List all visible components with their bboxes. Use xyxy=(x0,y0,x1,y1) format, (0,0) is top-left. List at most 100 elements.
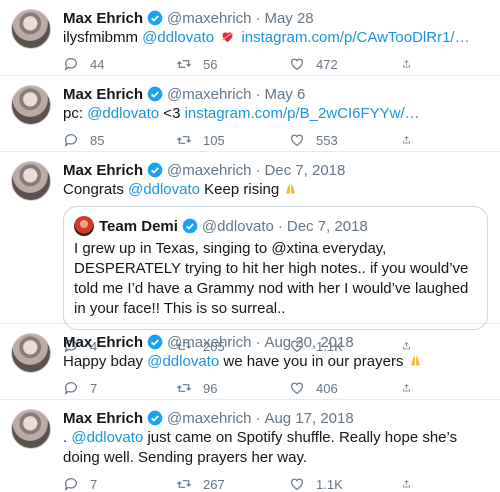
reply-icon xyxy=(64,382,77,395)
folded-hands-icon xyxy=(286,182,296,194)
tweet-text-prefix: ilysfmibmm xyxy=(63,29,143,46)
reply-button[interactable]: 85 xyxy=(63,132,176,148)
share-icon xyxy=(403,60,410,68)
tweet-text-prefix: Happy bday xyxy=(63,353,148,370)
separator: · xyxy=(255,409,261,427)
author-name[interactable]: Max Ehrich xyxy=(63,162,143,179)
heart-icon xyxy=(291,58,303,71)
share-icon xyxy=(403,480,410,488)
tweet-text-suffix: we have you in our prayers xyxy=(219,353,408,370)
reply-count: 44 xyxy=(90,56,105,72)
instagram-link[interactable]: instagram.com/p/CAwTooDlRr1/… xyxy=(241,29,469,46)
tweet-date[interactable]: Dec 7, 2018 xyxy=(264,162,345,179)
separator: · xyxy=(277,217,283,235)
retweet-button[interactable]: 105 xyxy=(176,132,289,148)
verified-badge-icon xyxy=(147,10,163,26)
instagram-link[interactable]: instagram.com/p/B_2wCI6FYYw/… xyxy=(185,105,420,122)
tweet-actions: 7 267 1.1K xyxy=(63,468,488,492)
reply-count: 7 xyxy=(90,380,98,396)
reply-count: 7 xyxy=(90,476,98,492)
like-button[interactable]: 553 xyxy=(289,132,402,148)
author-name[interactable]: Max Ehrich xyxy=(63,86,143,103)
separator: · xyxy=(255,161,261,179)
author-handle[interactable]: @maxehrich xyxy=(167,410,251,427)
tweet[interactable]: Max Ehrich @maxehrich · Dec 7, 2018 Cong… xyxy=(0,152,500,354)
tweet-text: . @ddlovato just came on Spotify shuffle… xyxy=(63,428,488,468)
separator: · xyxy=(255,333,261,351)
tweet-date[interactable]: Aug 17, 2018 xyxy=(264,410,353,427)
retweet-count: 96 xyxy=(203,380,218,396)
author-handle[interactable]: @maxehrich xyxy=(167,334,251,351)
avatar[interactable] xyxy=(11,409,51,449)
retweet-icon xyxy=(176,384,192,392)
share-button[interactable] xyxy=(402,380,422,396)
tweet[interactable]: Max Ehrich @maxehrich · May 28 ilysfmibm… xyxy=(0,0,500,76)
heart-icon xyxy=(291,134,303,147)
heart-icon xyxy=(291,382,303,395)
verified-badge-icon xyxy=(147,410,163,426)
retweet-icon xyxy=(176,480,192,488)
author-name[interactable]: Max Ehrich xyxy=(63,334,143,351)
retweet-count: 56 xyxy=(203,56,218,72)
retweet-icon xyxy=(176,60,192,68)
share-button[interactable] xyxy=(402,476,422,492)
reply-button[interactable]: 7 xyxy=(63,476,176,492)
reply-icon xyxy=(64,58,77,71)
share-button[interactable] xyxy=(402,56,422,72)
tweet-text: pc: @ddlovato <3 instagram.com/p/B_2wCI6… xyxy=(63,104,488,124)
quoted-author-name[interactable]: Team Demi xyxy=(99,218,178,235)
mention-link[interactable]: @ddlovato xyxy=(128,181,200,198)
share-button[interactable] xyxy=(402,132,422,148)
like-button[interactable]: 406 xyxy=(289,380,402,396)
quoted-tweet-text: I grew up in Texas, singing to @xtina ev… xyxy=(74,240,469,317)
separator: · xyxy=(255,9,261,27)
mention-link[interactable]: @ddlovato xyxy=(147,353,219,370)
tweet-date[interactable]: May 28 xyxy=(264,10,313,27)
mention-link[interactable]: @ddlovato xyxy=(71,429,143,446)
avatar[interactable] xyxy=(11,85,51,125)
mention-link[interactable]: @ddlovato xyxy=(87,105,159,122)
author-name[interactable]: Max Ehrich xyxy=(63,410,143,427)
reply-button[interactable]: 7 xyxy=(63,380,176,396)
like-count: 472 xyxy=(316,56,338,72)
retweet-count: 267 xyxy=(203,476,225,492)
author-handle[interactable]: @maxehrich xyxy=(167,162,251,179)
avatar[interactable] xyxy=(11,9,51,49)
verified-badge-icon xyxy=(182,218,198,234)
tweet[interactable]: Max Ehrich @maxehrich · Aug 20, 2018 Hap… xyxy=(0,324,500,400)
reply-icon xyxy=(64,478,77,491)
quoted-avatar[interactable] xyxy=(74,216,94,236)
tweet-text-prefix: Congrats xyxy=(63,181,129,198)
author-handle[interactable]: @maxehrich xyxy=(167,86,251,103)
tweet-feed: Max Ehrich @maxehrich · May 28 ilysfmibm… xyxy=(0,0,500,492)
tweet-date[interactable]: Aug 20, 2018 xyxy=(264,334,353,351)
retweet-button[interactable]: 56 xyxy=(176,56,289,72)
reply-count: 85 xyxy=(90,132,105,148)
quoted-tweet[interactable]: Team Demi @ddlovato · Dec 7, 2018 I grew… xyxy=(63,206,488,330)
share-icon xyxy=(403,136,410,144)
avatar[interactable] xyxy=(11,333,51,373)
heart-with-arrow-icon xyxy=(221,32,234,43)
like-button[interactable]: 1.1K xyxy=(289,476,402,492)
like-button[interactable]: 472 xyxy=(289,56,402,72)
tweet[interactable]: Max Ehrich @maxehrich · Aug 17, 2018 . @… xyxy=(0,400,500,492)
mention-link[interactable]: @ddlovato xyxy=(142,29,214,46)
tweet-date[interactable]: May 6 xyxy=(264,86,305,103)
retweet-button[interactable]: 267 xyxy=(176,476,289,492)
avatar[interactable] xyxy=(11,161,51,201)
tweet-text-suffix: Keep rising xyxy=(200,181,284,198)
tweet[interactable]: Max Ehrich @maxehrich · May 6 pc: @ddlov… xyxy=(0,76,500,152)
quoted-author-handle[interactable]: @ddlovato xyxy=(202,218,274,235)
retweet-button[interactable]: 96 xyxy=(176,380,289,396)
verified-badge-icon xyxy=(147,86,163,102)
reply-icon xyxy=(64,134,77,147)
reply-button[interactable]: 44 xyxy=(63,56,176,72)
retweet-icon xyxy=(176,136,192,144)
heart-icon xyxy=(291,478,303,491)
verified-badge-icon xyxy=(147,162,163,178)
author-name[interactable]: Max Ehrich xyxy=(63,10,143,27)
author-handle[interactable]: @maxehrich xyxy=(167,10,251,27)
quoted-tweet-date[interactable]: Dec 7, 2018 xyxy=(287,218,368,235)
verified-badge-icon xyxy=(147,334,163,350)
retweet-count: 105 xyxy=(203,132,225,148)
